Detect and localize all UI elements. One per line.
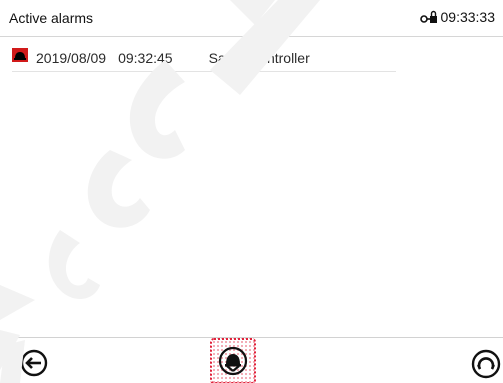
key-lock-icon <box>419 10 437 23</box>
footer-bar <box>0 337 503 383</box>
alarm-screen: Active alarms 09:33:33 2019/08/09 09:32:… <box>0 0 503 383</box>
alarm-row[interactable]: 2019/08/09 09:32:45 Safety controller <box>12 45 396 72</box>
alarm-bell-icon <box>12 47 28 62</box>
acknowledge-alarm-button[interactable] <box>210 338 256 383</box>
reset-icon <box>471 349 501 379</box>
alarm-message: Safety controller <box>208 50 310 66</box>
header-bar: Active alarms 09:33:33 <box>0 0 503 37</box>
clock-time: 09:33:33 <box>440 9 496 25</box>
back-button[interactable] <box>20 349 48 377</box>
reset-button[interactable] <box>470 348 502 380</box>
page-title: Active alarms <box>9 10 94 26</box>
acknowledge-alarm-icon <box>218 346 248 376</box>
status-area: 09:33:33 <box>419 9 496 25</box>
alarm-date: 2019/08/09 <box>36 50 107 66</box>
alarm-time: 09:32:45 <box>118 50 173 66</box>
back-arrow-icon <box>20 349 48 377</box>
